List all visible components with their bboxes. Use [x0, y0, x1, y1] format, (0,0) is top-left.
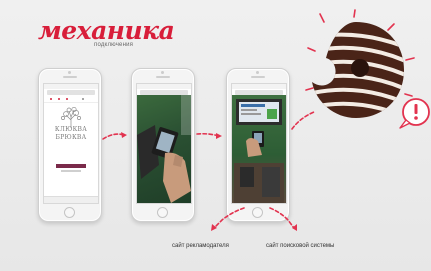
caption-search: сайт поисковой системы [266, 243, 335, 249]
exclamation-mark-icon [399, 98, 430, 129]
caption-advertiser: сайт рекламодателя [172, 243, 229, 249]
arrow-1-to-2 [102, 133, 125, 140]
donut-icon [305, 9, 430, 129]
arrow-2-to-3 [196, 132, 220, 137]
arrow-to-search [269, 207, 295, 229]
promo-stage: механика подключения КЛЮКВА БРЮКВА сайт … [0, 0, 431, 271]
arrow-to-advertiser [213, 207, 245, 229]
